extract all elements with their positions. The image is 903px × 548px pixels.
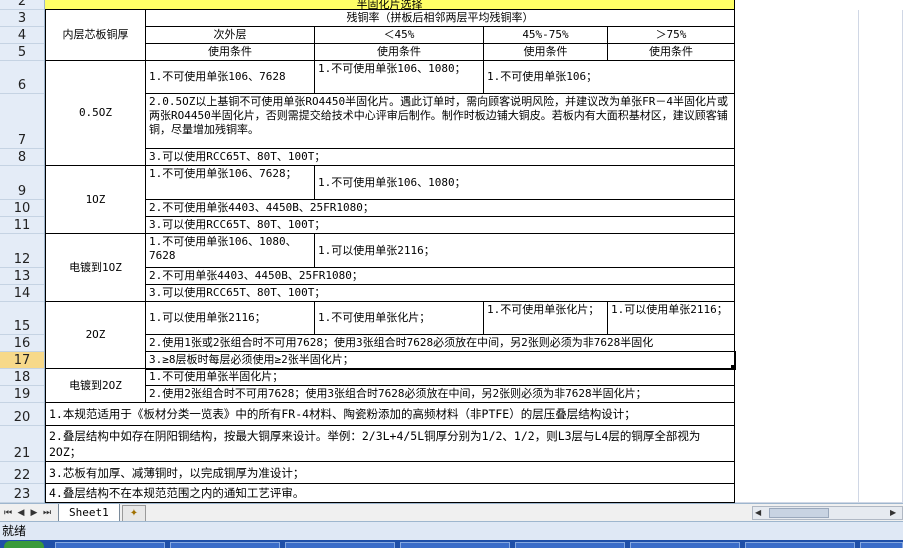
row-number[interactable]: 16 [0,335,44,352]
windows-taskbar [0,540,903,548]
row-number[interactable]: 2 [0,0,44,10]
row-number[interactable]: 11 [0,217,44,234]
condition-cell[interactable]: 1.不可使用单张106、1080； [315,166,735,200]
row-number[interactable]: 18 [0,369,44,386]
last-sheet-icon[interactable]: ⏭ [41,506,53,520]
row-number[interactable]: 9 [0,166,44,200]
condition-cell[interactable]: 1.不可使用单张106、1080； [315,61,484,94]
row-number[interactable]: 8 [0,149,44,166]
taskbar-button[interactable] [285,542,395,548]
sheet-tab-bar: ⏮ ◀ ▶ ⏭ Sheet1 ✦ ◀ ▶ [0,503,903,522]
horizontal-scrollbar[interactable]: ◀ ▶ [752,506,903,520]
condition-cell[interactable]: 1.不可使用单张106、1080、7628 [146,234,315,268]
residual-copper-header[interactable]: 残铜率（拼板后相邻两层平均残铜率） [146,10,735,27]
row-header-column: 2 3 4 5 6 7 8 9 10 11 12 13 14 15 16 17 … [0,0,45,503]
group-label-1oz[interactable]: 1OZ [45,166,146,234]
row-number[interactable]: 14 [0,285,44,302]
row-number[interactable]: 10 [0,200,44,217]
row-number[interactable]: 19 [0,386,44,403]
band-header[interactable]: ＞75% [608,27,735,44]
band-header[interactable]: 45%-75% [484,27,608,44]
condition-cell[interactable]: 3.可以使用RCC65T、80T、100T； [146,285,735,302]
row-number[interactable]: 21 [0,426,44,462]
table-title[interactable]: 半固化片选择 [45,0,735,10]
inner-core-copper-label[interactable]: 内层芯板铜厚 [45,10,146,61]
condition-cell[interactable]: 2.使用2张组合时不可用7628；使用3张组合时7628必须放在中间，另2张则必… [146,386,735,403]
taskbar-button[interactable] [630,542,740,548]
condition-cell[interactable]: 2.0.5OZ以上基铜不可使用单张RO4450半固化片。遇此订单时，需向顾客说明… [146,94,735,149]
condition-cell[interactable]: 1.不可使用单张半固化片； [146,369,735,386]
taskbar-button[interactable] [515,542,625,548]
row-number[interactable]: 3 [0,10,44,27]
taskbar-button[interactable] [400,542,510,548]
taskbar-button[interactable] [745,542,855,548]
next-sheet-icon[interactable]: ▶ [28,506,40,520]
group-label-plated-1oz[interactable]: 电镀到1OZ [45,234,146,302]
scroll-left-icon[interactable]: ◀ [755,508,765,518]
condition-cell[interactable]: 2.不可用单张4403、4450B、25FR1080； [146,268,735,285]
status-bar: 就绪 [0,521,903,540]
condition-cell[interactable]: 2.不可使用单张4403、4450B、25FR1080； [146,200,735,217]
empty-column[interactable] [735,10,859,503]
fill-handle[interactable] [731,365,736,370]
band-header[interactable]: 次外层 [146,27,315,44]
insert-sheet-icon[interactable]: ✦ [122,505,146,522]
condition-cell[interactable]: 1.不可使用单张化片； [315,302,484,335]
usage-label[interactable]: 使用条件 [146,44,315,61]
group-label-0.5oz[interactable]: 0.5OZ [45,61,146,166]
row-number[interactable]: 6 [0,61,44,94]
row-number[interactable]: 23 [0,484,44,503]
row-number[interactable]: 15 [0,302,44,335]
condition-cell[interactable]: 1.不可使用单张化片； [484,302,608,335]
condition-cell[interactable]: 1.可以使用单张2116； [608,302,735,335]
row-number[interactable]: 12 [0,234,44,268]
condition-cell[interactable]: 1.可以使用单张2116； [315,234,735,268]
usage-label[interactable]: 使用条件 [608,44,735,61]
row-number[interactable]: 20 [0,403,44,426]
first-sheet-icon[interactable]: ⏮ [2,506,14,520]
condition-cell[interactable]: 1.不可使用单张106、7628； [146,166,315,200]
condition-cell[interactable]: 1.可以使用单张2116； [146,302,315,335]
condition-cell[interactable]: 3.可以使用RCC65T、80T、100T； [146,217,735,234]
note-row[interactable]: 4.叠层结构不在本规范范围之内的通知工艺评审。 [45,484,735,503]
note-row[interactable]: 3.芯板有加厚、减薄铜时，以完成铜厚为准设计； [45,462,735,484]
condition-cell[interactable]: 1.不可使用单张106、7628 [146,61,315,94]
group-label-plated-2oz[interactable]: 电镀到2OZ [45,369,146,403]
row-number[interactable]: 22 [0,462,44,484]
row-number[interactable]: 5 [0,44,44,61]
taskbar-button[interactable] [55,542,165,548]
empty-column[interactable] [859,10,903,503]
selected-cell[interactable]: 3.≥8层板时每层必须使用≥2张半固化片； [145,351,736,370]
row-number[interactable]: 7 [0,94,44,149]
usage-label[interactable]: 使用条件 [315,44,484,61]
start-button[interactable] [4,541,44,548]
usage-label[interactable]: 使用条件 [484,44,608,61]
condition-cell[interactable]: 2.使用1张或2张组合时不可用7628；使用3张组合时7628必须放在中间，另2… [146,335,735,352]
band-header[interactable]: ＜45% [315,27,484,44]
spreadsheet-grid: 半固化片选择 内层芯板铜厚 残铜率（拼板后相邻两层平均残铜率） 次外层 ＜45%… [45,0,903,503]
condition-cell[interactable]: 3.可以使用RCC65T、80T、100T； [146,149,735,166]
condition-cell[interactable]: 1.不可使用单张106； [484,61,735,94]
prev-sheet-icon[interactable]: ◀ [15,506,27,520]
scroll-thumb[interactable] [769,508,829,518]
row-number[interactable]: 4 [0,27,44,44]
note-row[interactable]: 1.本规范适用于《板材分类一览表》中的所有FR-4材料、陶瓷粉添加的高频材料（非… [45,403,735,426]
status-text: 就绪 [2,524,27,538]
row-number[interactable]: 13 [0,268,44,285]
group-label-2oz[interactable]: 2OZ [45,302,146,369]
sheet-tab[interactable]: Sheet1 [58,504,120,522]
taskbar-button[interactable] [860,542,903,548]
note-row[interactable]: 2.叠层结构中如存在阴阳铜结构，按最大铜厚来设计。举例：2/3L+4/5L铜厚分… [45,426,735,462]
scroll-right-icon[interactable]: ▶ [890,508,900,518]
row-number-selected[interactable]: 17 [0,352,44,369]
taskbar-button[interactable] [170,542,280,548]
